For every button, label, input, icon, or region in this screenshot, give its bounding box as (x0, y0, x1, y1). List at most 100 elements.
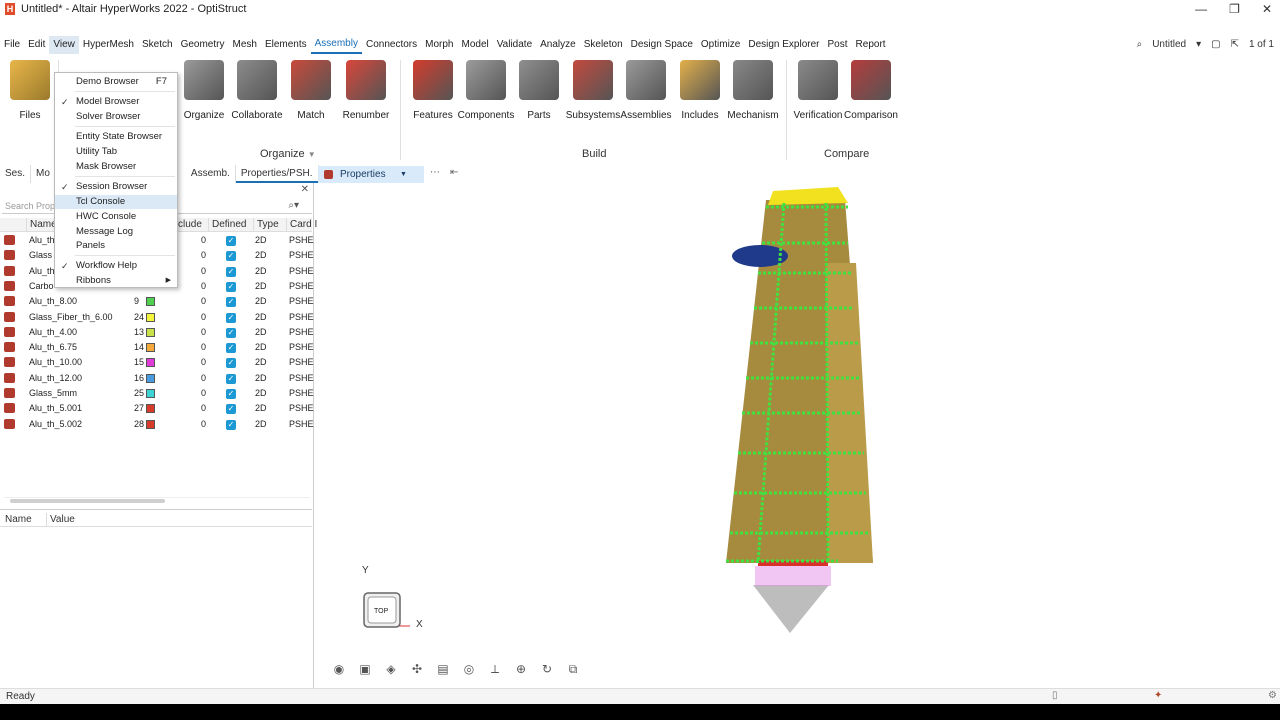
horizontal-scrollbar[interactable] (4, 497, 310, 503)
view-menu-item-solver-browser[interactable]: Solver Browser (55, 110, 177, 124)
view-menu-item-ribbons[interactable]: Ribbons ▶ (55, 274, 177, 288)
session-selector[interactable]: Untitled (1152, 36, 1186, 54)
organize-tool[interactable]: Organize (174, 60, 234, 121)
files-tool[interactable]: Files (0, 60, 60, 121)
view-menu-item-model-browser[interactable]: ✓ Model Browser (55, 95, 177, 109)
view-menu-item-tcl-console[interactable]: Tcl Console (55, 195, 177, 209)
view-menu-item-utility-tab[interactable]: Utility Tab (55, 145, 177, 159)
menu-hypermesh[interactable]: HyperMesh (79, 36, 138, 54)
view-menu-item-panels[interactable]: Panels (55, 239, 177, 253)
view-menu-item-hwc-console[interactable]: HWC Console (55, 210, 177, 224)
menu-elements[interactable]: Elements (261, 36, 311, 54)
column-header-4[interactable]: Card I (286, 218, 317, 232)
minimize-icon[interactable]: — (1195, 0, 1207, 18)
menu-connectors[interactable]: Connectors (362, 36, 421, 54)
menu-design-space[interactable]: Design Space (627, 36, 697, 54)
section-icon[interactable]: ▤ (436, 662, 450, 676)
column-header-3[interactable]: Type (253, 218, 279, 232)
status-layer-icon[interactable]: ▯ (1052, 690, 1058, 701)
triad-icon[interactable]: ⟂ (488, 662, 502, 676)
view-menu-item-workflow-help[interactable]: ✓ Workflow Help (55, 259, 177, 273)
table-row[interactable]: Glass_Fiber_th_6.00 24 0 ✓ 2D PSHE (0, 310, 314, 325)
color-swatch[interactable] (146, 389, 155, 398)
view-menu-item-message-log[interactable]: Message Log (55, 225, 177, 239)
close-icon[interactable]: ✕ (301, 184, 309, 195)
menu-file[interactable]: File (0, 36, 24, 54)
collapse-icon[interactable]: ⇤ (450, 167, 458, 178)
column-header-2[interactable]: Defined (208, 218, 246, 232)
chevron-down-icon[interactable]: ▾ (1196, 36, 1201, 54)
components-tool[interactable]: Components (456, 60, 516, 121)
view-menu-item-session-browser[interactable]: ✓ Session Browser (55, 180, 177, 194)
view-menu-item-demo-browser[interactable]: Demo Browser F7 (55, 75, 177, 89)
menu-validate[interactable]: Validate (493, 36, 536, 54)
browser-tab-0[interactable]: Ses. (0, 165, 32, 183)
status-settings-icon[interactable]: ⚙ (1268, 690, 1277, 701)
column-header-1[interactable]: clude (174, 218, 202, 232)
table-row[interactable]: Alu_th_5.002 28 0 ✓ 2D PSHE (0, 417, 314, 432)
defined-checkbox[interactable]: ✓ (226, 373, 236, 384)
menu-sketch[interactable]: Sketch (138, 36, 177, 54)
defined-checkbox[interactable]: ✓ (226, 327, 236, 338)
more-options-icon[interactable]: ⋯ (430, 167, 440, 178)
menu-mesh[interactable]: Mesh (228, 36, 260, 54)
restore-icon[interactable]: ❐ (1229, 0, 1240, 18)
color-swatch[interactable] (146, 297, 155, 307)
defined-checkbox[interactable]: ✓ (226, 389, 236, 399)
defined-checkbox[interactable]: ✓ (226, 236, 236, 246)
menu-optimize[interactable]: Optimize (697, 36, 744, 54)
menu-design-explorer[interactable]: Design Explorer (744, 36, 823, 54)
renumber-tool[interactable]: Renumber (336, 60, 396, 121)
zoom-icon[interactable]: ⊕ (514, 662, 528, 676)
verification-tool[interactable]: Verification (788, 60, 848, 121)
menu-analyze[interactable]: Analyze (536, 36, 580, 54)
browser-tab-2[interactable]: Assemb. (186, 165, 236, 183)
defined-checkbox[interactable]: ✓ (226, 358, 236, 369)
search-icon[interactable]: ⌕ (1137, 36, 1143, 54)
color-swatch[interactable] (146, 312, 155, 322)
menu-model[interactable]: Model (457, 36, 492, 54)
table-row[interactable]: Alu_th_4.00 13 0 ✓ 2D PSHE (0, 325, 314, 340)
clipping-icon[interactable]: ◎ (462, 662, 476, 676)
menu-edit[interactable]: Edit (24, 36, 49, 54)
color-swatch[interactable] (146, 358, 155, 368)
browser-tab-1[interactable]: Mo (31, 165, 56, 183)
defined-checkbox[interactable]: ✓ (226, 297, 236, 308)
column-header-0[interactable]: Name (26, 218, 57, 232)
defined-checkbox[interactable]: ✓ (226, 404, 236, 415)
menu-post[interactable]: Post (824, 36, 852, 54)
menu-assembly[interactable]: Assembly (310, 36, 362, 54)
table-row[interactable]: Alu_th_12.00 16 0 ✓ 2D PSHE (0, 371, 314, 386)
color-swatch[interactable] (146, 343, 155, 353)
assemblies-tool[interactable]: Assemblies (616, 60, 676, 121)
collaborate-tool[interactable]: Collaborate (227, 60, 287, 121)
defined-checkbox[interactable]: ✓ (226, 312, 236, 323)
table-row[interactable]: Glass_5mm 25 0 ✓ 2D PSHE (0, 386, 314, 401)
mask-icon[interactable]: ◈ (384, 662, 398, 676)
search-icon[interactable]: ⌕▾ (288, 200, 299, 211)
table-row[interactable]: Alu_th_5.001 27 0 ✓ 2D PSHE (0, 401, 314, 416)
properties-dropdown[interactable]: Properties ▼ (318, 166, 424, 183)
menu-skeleton[interactable]: Skeleton (580, 36, 627, 54)
snapshot-icon[interactable]: ⧉ (566, 662, 580, 676)
defined-checkbox[interactable]: ✓ (226, 343, 236, 354)
match-tool[interactable]: Match (281, 60, 341, 121)
mechanism-tool[interactable]: Mechanism (723, 60, 783, 121)
status-tool-icon[interactable]: ✦ (1154, 690, 1162, 701)
parts-tool[interactable]: Parts (509, 60, 569, 121)
color-swatch[interactable] (146, 419, 155, 429)
defined-checkbox[interactable]: ✓ (226, 251, 236, 262)
window-icon[interactable]: ▢ (1211, 36, 1220, 54)
table-row[interactable]: Alu_th_6.75 14 0 ✓ 2D PSHE (0, 340, 314, 355)
defined-checkbox[interactable]: ✓ (226, 281, 236, 292)
pane-divider[interactable] (0, 509, 312, 510)
view-cube[interactable]: TOP (363, 592, 401, 628)
includes-tool[interactable]: Includes (670, 60, 730, 121)
features-tool[interactable]: Features (403, 60, 463, 121)
menu-geometry[interactable]: Geometry (177, 36, 229, 54)
view-menu-item-entity-state-browser[interactable]: Entity State Browser (55, 130, 177, 144)
isolate-icon[interactable]: ✣ (410, 662, 424, 676)
color-swatch[interactable] (146, 404, 155, 414)
scrollbar-thumb[interactable] (10, 499, 165, 503)
menu-view[interactable]: View (49, 36, 79, 54)
